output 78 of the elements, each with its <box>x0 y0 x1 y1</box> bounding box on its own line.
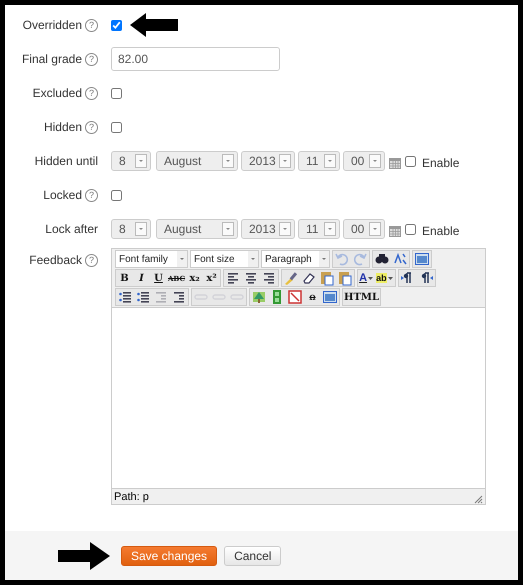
help-icon[interactable]: ? <box>85 86 98 100</box>
toolbar-button[interactable] <box>116 289 134 305</box>
clipboard-icon <box>319 270 336 286</box>
resize-grip-icon[interactable] <box>474 495 483 504</box>
toolbar-dropdown[interactable]: Paragraph <box>261 250 330 268</box>
enable-label: Enable <box>422 224 460 238</box>
field-label: Feedback <box>29 253 82 267</box>
caret-icon <box>135 222 147 236</box>
help-icon[interactable]: ? <box>85 120 98 134</box>
caret-icon <box>369 222 381 236</box>
numbered-list-icon <box>135 289 151 305</box>
caret-icon <box>248 251 258 267</box>
calendar-icon[interactable] <box>389 156 401 168</box>
caret-icon <box>222 154 234 168</box>
caret-icon <box>324 154 336 168</box>
path-label: Path: p <box>114 490 149 502</box>
toolbar-button[interactable]: ab <box>375 270 395 286</box>
help-icon[interactable]: ? <box>85 52 98 66</box>
checkbox[interactable] <box>405 224 416 234</box>
date-select[interactable]: 8 <box>111 151 151 171</box>
caret-icon <box>279 154 291 168</box>
date-select[interactable]: 8 <box>111 219 151 239</box>
field-label: Lock after <box>45 222 98 236</box>
date-select[interactable]: 00 <box>343 219 385 239</box>
caret-icon <box>369 154 381 168</box>
caret-icon <box>279 222 291 236</box>
date-select[interactable]: 00 <box>343 151 385 171</box>
caret-icon <box>319 251 329 267</box>
date-select[interactable]: August <box>156 151 238 171</box>
field-label: Locked <box>43 188 82 202</box>
edit-icon <box>322 289 338 305</box>
caret-icon <box>324 222 336 236</box>
date-select[interactable]: 11 <box>298 151 340 171</box>
indent-icon <box>171 289 187 305</box>
date-select[interactable]: August <box>156 219 238 239</box>
toolbar-button[interactable]: A <box>358 270 376 286</box>
field-label: Excluded <box>32 86 82 100</box>
checkbox[interactable] <box>111 20 122 30</box>
toolbar-button[interactable]: I <box>133 270 150 286</box>
toolbar-button[interactable]: B <box>116 270 133 286</box>
undo-icon <box>334 251 350 267</box>
checkbox[interactable] <box>111 88 122 98</box>
image-icon <box>251 289 267 305</box>
outdent-icon <box>153 289 169 305</box>
field-label: Hidden until <box>34 154 98 168</box>
checkbox[interactable] <box>405 156 416 166</box>
toolbar-button[interactable] <box>134 289 152 305</box>
replace-icon <box>392 251 408 267</box>
date-select[interactable]: 2013 <box>241 151 295 171</box>
cancel-button[interactable]: Cancel <box>224 546 282 566</box>
date-select[interactable]: 2013 <box>241 219 295 239</box>
brush-icon <box>283 270 300 286</box>
caret-icon <box>177 251 187 267</box>
field-label: Hidden <box>44 120 82 134</box>
toolbar-dropdown[interactable]: Font size <box>190 250 259 268</box>
caret-icon <box>222 222 234 236</box>
pointer-arrow <box>130 13 178 37</box>
help-icon[interactable]: ? <box>85 18 98 32</box>
help-icon[interactable]: ? <box>85 254 98 266</box>
grade-input[interactable]: 82.00 <box>111 47 280 71</box>
caret-icon <box>135 154 147 168</box>
toolbar-dropdown[interactable]: Font family <box>115 250 188 268</box>
enable-label: Enable <box>422 156 460 170</box>
toolbar-button[interactable]: HTML <box>343 289 380 305</box>
pointer-arrow <box>58 542 110 570</box>
checkbox[interactable] <box>111 122 122 132</box>
toolbar-button[interactable]: x₂ <box>186 270 204 286</box>
calendar-icon[interactable] <box>389 224 401 236</box>
field-label: Final grade <box>22 52 82 66</box>
date-select[interactable]: 11 <box>298 219 340 239</box>
field-label: Overridden <box>22 18 82 32</box>
checkbox[interactable] <box>111 190 122 200</box>
toolbar-button[interactable]: U <box>150 270 167 286</box>
bullet-list-icon <box>117 289 133 305</box>
help-icon[interactable]: ? <box>85 188 98 202</box>
clipboard-icon <box>337 270 354 286</box>
toolbar-button[interactable]: x² <box>203 270 220 286</box>
redo-icon <box>352 251 368 267</box>
